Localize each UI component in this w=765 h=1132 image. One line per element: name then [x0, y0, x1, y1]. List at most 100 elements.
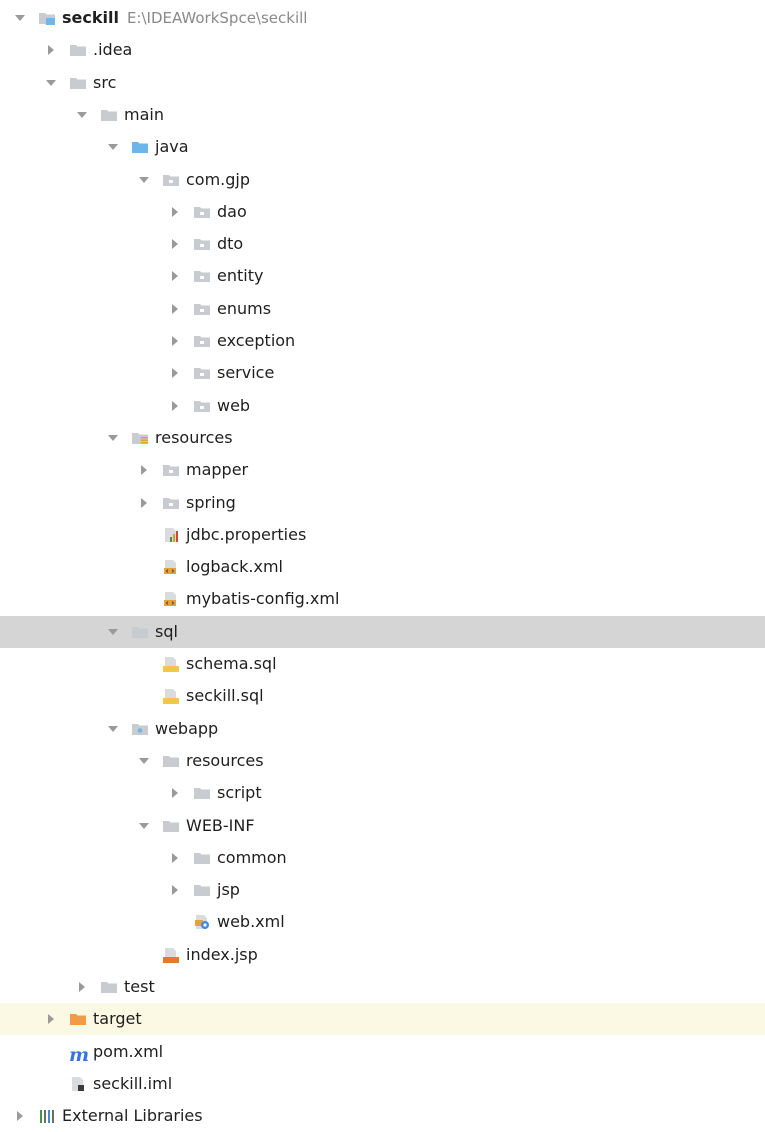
tree-row-schema-sql[interactable]: schema.sql — [0, 648, 765, 680]
tree-item-label: External Libraries — [62, 1106, 203, 1126]
collapsed-arrow-icon[interactable] — [167, 333, 183, 349]
tree-item-label: index.jsp — [186, 944, 258, 964]
folder-icon — [162, 818, 180, 834]
tree-row-common[interactable]: common — [0, 842, 765, 874]
tree-row-web[interactable]: web — [0, 390, 765, 422]
tree-item-label: resources — [155, 427, 233, 447]
tree-row-java[interactable]: java — [0, 131, 765, 163]
package-icon — [193, 398, 211, 414]
expanded-arrow-icon[interactable] — [12, 10, 28, 26]
package-icon — [193, 333, 211, 349]
folder-icon — [193, 785, 211, 801]
collapsed-arrow-icon[interactable] — [167, 365, 183, 381]
expanded-arrow-icon[interactable] — [105, 139, 121, 155]
tree-item-label: webapp — [155, 718, 219, 738]
collapsed-arrow-icon[interactable] — [136, 462, 152, 478]
package-icon — [193, 204, 211, 220]
tree-item-label: pom.xml — [93, 1041, 164, 1061]
tree-row-src[interactable]: src — [0, 67, 765, 99]
collapsed-arrow-icon[interactable] — [74, 979, 90, 995]
collapsed-arrow-icon[interactable] — [167, 204, 183, 220]
tree-item-label: seckill.iml — [93, 1073, 173, 1093]
sql-file-icon — [162, 688, 180, 705]
tree-item-label: seckill — [62, 8, 119, 27]
tree-row-service[interactable]: service — [0, 357, 765, 389]
collapsed-arrow-icon[interactable] — [167, 301, 183, 317]
tree-row-dto[interactable]: dto — [0, 228, 765, 260]
tree-row-pom-xml[interactable]: m pom.xml — [0, 1036, 765, 1068]
tree-item-label: .idea — [93, 40, 133, 60]
tree-item-label: target — [93, 1009, 142, 1029]
tree-row-dao[interactable]: dao — [0, 196, 765, 228]
tree-row-index-jsp[interactable]: index.jsp — [0, 939, 765, 971]
expanded-arrow-icon[interactable] — [105, 721, 121, 737]
tree-row-main[interactable]: main — [0, 99, 765, 131]
excluded-folder-icon — [69, 1011, 87, 1027]
collapsed-arrow-icon[interactable] — [167, 268, 183, 284]
tree-row-idea[interactable]: .idea — [0, 34, 765, 66]
folder-icon — [69, 42, 87, 58]
tree-item-label: sql — [155, 621, 178, 641]
tree-item-label: enums — [217, 298, 272, 318]
tree-row-mybatis-config-xml[interactable]: mybatis-config.xml — [0, 583, 765, 615]
tree-row-web-inf[interactable]: WEB-INF — [0, 810, 765, 842]
tree-row-spring[interactable]: spring — [0, 487, 765, 519]
expanded-arrow-icon[interactable] — [136, 172, 152, 188]
tree-row-com-gjp[interactable]: com.gjp — [0, 164, 765, 196]
folder-icon — [193, 882, 211, 898]
tree-row-exception[interactable]: exception — [0, 325, 765, 357]
package-icon — [162, 462, 180, 478]
folder-icon — [193, 850, 211, 866]
iml-file-icon — [69, 1076, 87, 1092]
tree-row-entity[interactable]: entity — [0, 260, 765, 292]
collapsed-arrow-icon[interactable] — [12, 1108, 28, 1124]
tree-item-label: spring — [186, 492, 236, 512]
tree-item-label: mapper — [186, 460, 249, 480]
tree-row-mapper[interactable]: mapper — [0, 454, 765, 486]
collapsed-arrow-icon[interactable] — [167, 236, 183, 252]
tree-row-external-libraries[interactable]: External Libraries — [0, 1100, 765, 1132]
collapsed-arrow-icon[interactable] — [136, 495, 152, 511]
tree-row-jdbc-properties[interactable]: jdbc.properties — [0, 519, 765, 551]
collapsed-arrow-icon[interactable] — [43, 1011, 59, 1027]
expanded-arrow-icon[interactable] — [74, 107, 90, 123]
tree-row-logback-xml[interactable]: logback.xml — [0, 551, 765, 583]
tree-row-web-xml[interactable]: web.xml — [0, 906, 765, 938]
tree-item-label: jsp — [217, 880, 240, 900]
tree-row-jsp[interactable]: jsp — [0, 874, 765, 906]
package-icon — [193, 301, 211, 317]
tree-item-label: WEB-INF — [186, 815, 255, 835]
collapsed-arrow-icon[interactable] — [167, 850, 183, 866]
tree-row-test[interactable]: test — [0, 971, 765, 1003]
tree-row-seckill-iml[interactable]: seckill.iml — [0, 1068, 765, 1100]
tree-item-label: src — [93, 72, 117, 92]
tree-row-seckill-sql[interactable]: seckill.sql — [0, 680, 765, 712]
tree-row-enums[interactable]: enums — [0, 293, 765, 325]
expanded-arrow-icon[interactable] — [136, 753, 152, 769]
collapsed-arrow-icon[interactable] — [167, 882, 183, 898]
expanded-arrow-icon[interactable] — [105, 624, 121, 640]
tree-row-resources[interactable]: resources — [0, 422, 765, 454]
tree-row-sql[interactable]: sql — [0, 615, 765, 648]
tree-item-label: web — [217, 395, 251, 415]
tree-row-target[interactable]: target — [0, 1003, 765, 1036]
tree-row-resources[interactable]: resources — [0, 745, 765, 777]
collapsed-arrow-icon[interactable] — [43, 42, 59, 58]
webxml-file-icon — [193, 914, 211, 930]
collapsed-arrow-icon[interactable] — [167, 398, 183, 414]
package-icon — [193, 365, 211, 381]
expanded-arrow-icon[interactable] — [43, 75, 59, 91]
tree-row-webapp[interactable]: webapp — [0, 713, 765, 745]
expanded-arrow-icon[interactable] — [105, 430, 121, 446]
tree-item-label: jdbc.properties — [186, 524, 307, 544]
project-path: E:\IDEAWorkSpce\seckill — [126, 9, 308, 27]
tree-row-seckill[interactable]: seckill E:\IDEAWorkSpce\seckill — [0, 2, 765, 34]
xml-file-icon — [162, 591, 180, 607]
package-icon — [162, 495, 180, 511]
expanded-arrow-icon[interactable] — [136, 818, 152, 834]
libraries-icon — [38, 1108, 56, 1124]
tree-item-label: entity — [217, 266, 264, 286]
collapsed-arrow-icon[interactable] — [167, 785, 183, 801]
folder-icon — [131, 624, 149, 640]
tree-row-script[interactable]: script — [0, 777, 765, 809]
